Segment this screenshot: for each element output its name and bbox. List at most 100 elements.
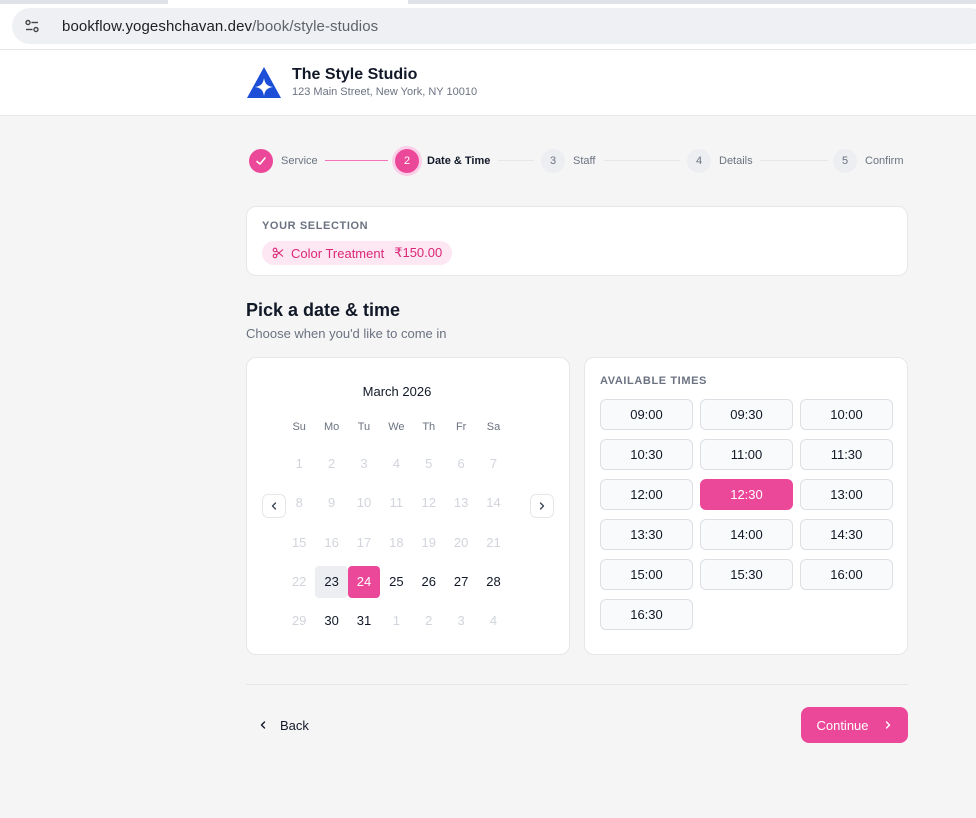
time-slots-panel: AVAILABLE TIMES 09:00 09:30 10:00 10:30 11:0…	[584, 357, 908, 655]
calendar-day: 5	[425, 455, 433, 471]
studio-logo-icon	[246, 66, 282, 100]
browser-toolbar: bookflow.yogeshchavan.dev/book/style-stu…	[0, 0, 976, 50]
calendar-day: 2	[327, 455, 336, 471]
calendar-week-row: 15 16 17 18 19 20 21	[283, 519, 510, 558]
calendar-day: 21	[486, 534, 501, 550]
weekday-label: Su	[292, 421, 306, 433]
time-slot[interactable]: 16:00	[800, 559, 893, 590]
calendar-day: 2	[425, 613, 433, 629]
calendar-day[interactable]: 28	[477, 566, 509, 598]
date-calendar: March 2026 Su Mo Tu We Th Fr Sa 12345678…	[246, 357, 570, 655]
continue-label: Continue	[816, 717, 869, 733]
url-text[interactable]: bookflow.yogeshchavan.dev/book/style-stu…	[62, 18, 378, 35]
page-subtitle: Choose when you'd like to come in	[246, 326, 447, 341]
calendar-day: 9	[327, 495, 336, 511]
continue-button[interactable]: Continue	[801, 707, 908, 743]
time-slot[interactable]: 15:30	[700, 559, 793, 590]
calendar-day: 3	[457, 613, 465, 629]
back-label: Back	[280, 717, 309, 733]
calendar-day[interactable]: 26	[413, 566, 445, 598]
step-service[interactable]: Service	[249, 147, 318, 175]
chevron-left-icon	[260, 721, 266, 729]
selected-service-price: ₹150.00	[394, 245, 443, 260]
calendar-day-selected[interactable]: 24	[347, 565, 381, 598]
calendar-week-row: 1 2 3 4 5 6 7	[283, 440, 510, 479]
check-icon	[256, 157, 266, 165]
calendar-day: 4	[392, 455, 400, 471]
studio-address: 123 Main Street, New York, NY 10010	[292, 86, 478, 98]
calendar-day: 13	[453, 495, 469, 511]
calendar-day[interactable]: 25	[380, 566, 412, 598]
weekday-label: Mo	[323, 421, 340, 433]
step-details[interactable]: 4 Details	[687, 147, 753, 175]
calendar-day: 3	[360, 455, 368, 471]
weekday-label: Sa	[486, 421, 501, 433]
calendar-day[interactable]: 27	[445, 566, 477, 598]
calendar-day: 14	[486, 495, 501, 511]
time-slot[interactable]: 09:30	[700, 399, 793, 430]
step-number: 5	[833, 149, 857, 173]
calendar-day[interactable]: 23	[315, 565, 348, 598]
step-number: 3	[541, 149, 565, 173]
time-slot[interactable]: 10:30	[600, 439, 693, 470]
time-slot-grid: 09:00 09:30 10:00 10:30 11:00 11:30 12:00 12:30…	[600, 399, 894, 630]
time-slot[interactable]: 09:00	[600, 399, 693, 430]
active-tab[interactable]	[168, 0, 408, 4]
time-slot[interactable]: 15:00	[600, 559, 693, 590]
step-label: Service	[281, 155, 318, 167]
step-label: Confirm	[865, 155, 904, 167]
calendar-day: 19	[421, 534, 436, 550]
url-host: bookflow.yogeshchavan.dev	[62, 17, 253, 35]
calendar-day: 7	[489, 455, 498, 471]
step-number: 4	[687, 149, 711, 173]
calendar-day[interactable]: 31	[348, 605, 380, 637]
time-slot[interactable]: 10:00	[800, 399, 893, 430]
time-slot[interactable]: 12:00	[600, 479, 693, 510]
calendar-day: 8	[295, 495, 303, 511]
step-date-time[interactable]: 2 Date & Time	[395, 147, 490, 175]
step-staff[interactable]: 3 Staff	[541, 147, 595, 175]
weekday-label: Fr	[455, 421, 467, 433]
calendar-day: 1	[295, 455, 303, 471]
calendar-day: 6	[457, 455, 465, 471]
calendar-day: 29	[291, 613, 307, 629]
calendar-day: 1	[392, 613, 400, 629]
selected-service-name: Color Treatment	[291, 245, 385, 261]
calendar-weekday-row: Su Mo Tu We Th Fr Sa	[283, 414, 510, 440]
step-confirm[interactable]: 5 Confirm	[833, 147, 904, 175]
calendar-week-row: 29 30 31 1 2 3 4	[283, 598, 510, 637]
back-button[interactable]: Back	[258, 712, 309, 738]
step-connector	[325, 160, 388, 161]
url-path: /book/style-studios	[252, 17, 379, 35]
time-slot[interactable]: 14:00	[700, 519, 793, 550]
scissors-icon	[272, 247, 284, 259]
selected-service-chip: Color Treatment ₹150.00	[262, 241, 453, 265]
studio-header: The Style Studio 123 Main Street, New Yo…	[0, 50, 976, 116]
calendar-grid: Su Mo Tu We Th Fr Sa 1 2 3 4 5 6 7 8 9 10 11 12 13 14…	[283, 414, 510, 637]
time-slot-selected[interactable]: 12:30	[700, 479, 793, 510]
step-connector	[760, 160, 828, 161]
tab-strip	[0, 0, 976, 4]
time-slot[interactable]: 16:30	[600, 599, 693, 630]
weekday-label: Th	[422, 421, 436, 433]
time-slot[interactable]: 13:30	[600, 519, 693, 550]
calendar-month-label: March 2026	[362, 384, 432, 399]
time-slot[interactable]: 14:30	[800, 519, 893, 550]
next-month-button[interactable]	[530, 494, 554, 518]
calendar-day: 22	[291, 574, 307, 590]
calendar-day: 20	[453, 534, 469, 550]
calendar-day: 18	[389, 534, 404, 550]
time-slot[interactable]: 11:00	[700, 439, 793, 470]
times-title: AVAILABLE TIMES	[600, 375, 707, 387]
time-slot[interactable]: 11:30	[800, 439, 893, 470]
chevron-right-icon	[885, 721, 890, 729]
site-settings-icon[interactable]	[24, 18, 40, 34]
calendar-day[interactable]: 30	[315, 605, 347, 637]
calendar-day: 11	[389, 495, 404, 511]
selection-title: YOUR SELECTION	[262, 220, 369, 232]
time-slot[interactable]: 13:00	[800, 479, 893, 510]
step-connector	[604, 160, 680, 161]
step-done-circle	[249, 149, 273, 173]
selection-card: YOUR SELECTION Color Treatment ₹150.00	[246, 206, 908, 276]
address-bar[interactable]: bookflow.yogeshchavan.dev/book/style-stu…	[12, 8, 976, 44]
